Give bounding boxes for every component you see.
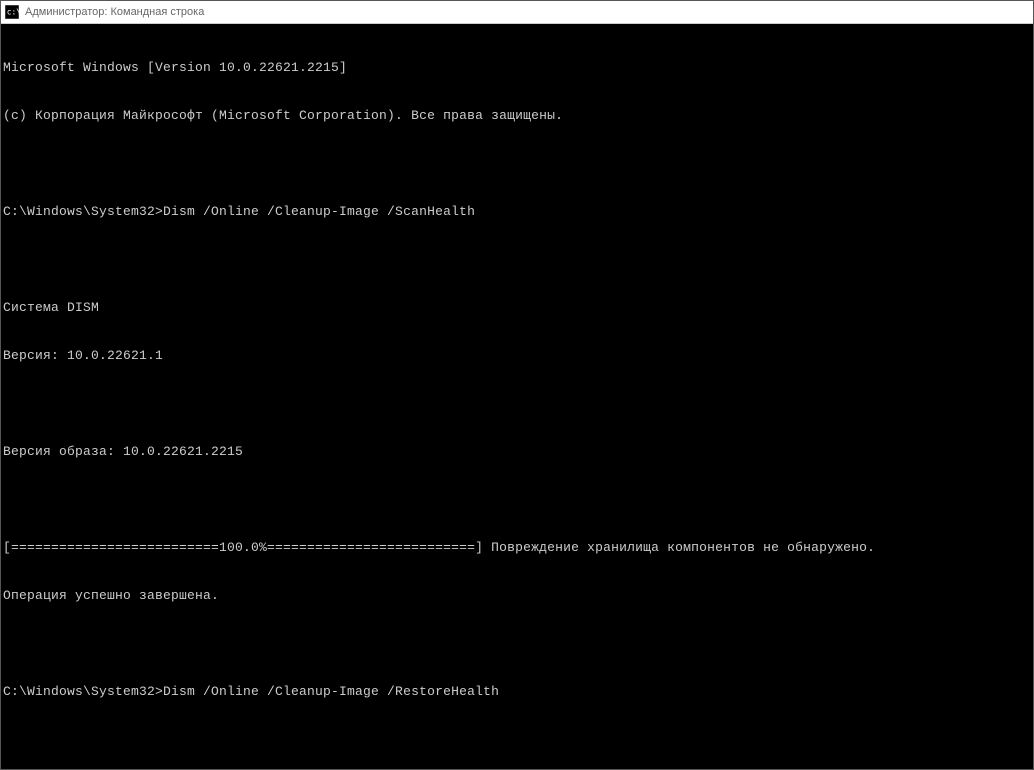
- terminal-line: [3, 396, 1031, 412]
- cmd-icon: c:\: [5, 5, 19, 19]
- svg-text:c:\: c:\: [7, 8, 19, 17]
- terminal-line: C:\Windows\System32>Dism /Online /Cleanu…: [3, 204, 1031, 220]
- terminal-line: [3, 732, 1031, 748]
- terminal-line: Cистема DISM: [3, 300, 1031, 316]
- terminal-line: C:\Windows\System32>Dism /Online /Cleanu…: [3, 684, 1031, 700]
- terminal-line: Microsoft Windows [Version 10.0.22621.22…: [3, 60, 1031, 76]
- window-title: Администратор: Командная строка: [25, 6, 204, 18]
- terminal-line: Версия: 10.0.22621.1: [3, 348, 1031, 364]
- terminal-line: Версия образа: 10.0.22621.2215: [3, 444, 1031, 460]
- terminal-line: [3, 636, 1031, 652]
- terminal-line: Операция успешно завершена.: [3, 588, 1031, 604]
- command-prompt-window: c:\ Администратор: Командная строка Micr…: [0, 0, 1034, 770]
- terminal-line: [3, 492, 1031, 508]
- terminal-line: [3, 252, 1031, 268]
- terminal-output[interactable]: Microsoft Windows [Version 10.0.22621.22…: [1, 24, 1033, 769]
- terminal-line: [==========================100.0%=======…: [3, 540, 1031, 556]
- terminal-line: [3, 156, 1031, 172]
- terminal-line: (c) Корпорация Майкрософт (Microsoft Cor…: [3, 108, 1031, 124]
- titlebar[interactable]: c:\ Администратор: Командная строка: [1, 1, 1033, 24]
